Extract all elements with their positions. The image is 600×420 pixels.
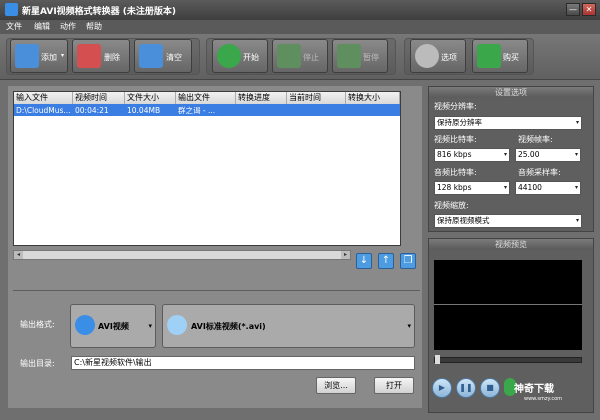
fps-label: 视频帧率: xyxy=(518,135,553,144)
scale-label: 视频缩放: xyxy=(434,201,469,210)
move-up-button[interactable]: ↑ xyxy=(378,253,394,269)
minimize-button[interactable]: — xyxy=(566,3,580,16)
chevron-down-icon: ▾ xyxy=(503,151,507,158)
seek-handle[interactable] xyxy=(435,355,440,364)
cell-video-time: 00:04:21 xyxy=(75,106,109,115)
pause-button[interactable]: 暂停 xyxy=(332,39,388,73)
video-bitrate-label: 视频比特率: xyxy=(434,135,477,144)
video-bitrate-select[interactable]: 816 kbps ▾ xyxy=(434,148,510,162)
refresh-icon xyxy=(217,44,241,68)
watermark-url: www.smzy.com xyxy=(524,396,563,402)
format-select[interactable]: AVI标准视频(*.avi) ▾ xyxy=(162,304,415,348)
output-dir-label: 输出目录: xyxy=(20,359,55,368)
pause-icon xyxy=(337,44,361,68)
stop-icon xyxy=(277,44,301,68)
close-button[interactable]: ✕ xyxy=(582,3,596,16)
play-button[interactable]: ▶ xyxy=(432,378,452,398)
resolution-select[interactable]: 保持原分辨率 ▾ xyxy=(434,116,582,130)
app-icon xyxy=(5,3,18,16)
cell-input-file: D:\CloudMus... xyxy=(16,106,71,115)
fps-select[interactable]: 25.00 ▾ xyxy=(515,148,581,162)
copy-button[interactable]: ❐ xyxy=(400,253,416,269)
chevron-down-icon: ▾ xyxy=(503,184,507,191)
stop-preview-button[interactable]: ■ xyxy=(480,378,500,398)
preview-divider xyxy=(434,304,582,305)
scroll-right-icon[interactable]: ▸ xyxy=(341,251,350,259)
sample-rate-label: 音频采样率: xyxy=(518,168,561,177)
audio-bitrate-label: 音频比特率: xyxy=(434,168,477,177)
menu-edit[interactable]: 编辑 xyxy=(34,21,50,32)
film-clear-icon xyxy=(139,44,163,68)
film-delete-icon xyxy=(77,44,101,68)
move-down-button[interactable]: ↓ xyxy=(356,253,372,269)
stop-button[interactable]: 停止 xyxy=(272,39,328,73)
cart-icon xyxy=(477,44,501,68)
film-add-icon xyxy=(15,44,39,68)
menu-action[interactable]: 动作 xyxy=(60,21,76,32)
buy-button[interactable]: 购买 xyxy=(472,39,528,73)
output-format-label: 输出格式: xyxy=(20,320,55,329)
delete-button[interactable]: 删除 xyxy=(72,39,130,73)
options-button[interactable]: 选项 xyxy=(410,39,466,73)
open-button[interactable]: 打开 xyxy=(374,377,414,394)
col-converted-size[interactable]: 转换大小 xyxy=(346,92,400,104)
cell-file-size: 10.04MB xyxy=(127,106,161,115)
chevron-down-icon: ▾ xyxy=(574,184,578,191)
col-input-file[interactable]: 输入文件 xyxy=(14,92,73,104)
scale-select[interactable]: 保持原视频模式 ▾ xyxy=(434,214,582,228)
chevron-down-icon: ▾ xyxy=(574,151,578,158)
watermark-logo: 神奇下载 xyxy=(514,384,554,395)
start-button[interactable]: 开始 xyxy=(212,39,268,73)
preview-screen xyxy=(434,260,582,350)
col-file-size[interactable]: 文件大小 xyxy=(125,92,176,104)
window-title: 新星AVI视频格式转换器 (未注册版本) xyxy=(22,7,177,17)
chevron-down-icon: ▾ xyxy=(407,322,411,330)
menu-file[interactable]: 文件 xyxy=(6,21,22,32)
col-current-time[interactable]: 当前时间 xyxy=(287,92,346,104)
seek-bar[interactable] xyxy=(434,357,582,363)
format-category-select[interactable]: AVI视频 ▾ xyxy=(70,304,156,348)
sample-rate-select[interactable]: 44100 ▾ xyxy=(515,181,581,195)
col-output-file[interactable]: 输出文件 xyxy=(176,92,236,104)
browse-button[interactable]: 浏览... xyxy=(316,377,356,394)
preview-header: 视频预览 xyxy=(429,239,593,250)
cell-output-file: 群之谒 - ... xyxy=(178,106,216,115)
gear-icon xyxy=(415,44,439,68)
clear-button[interactable]: 清空 xyxy=(134,39,192,73)
avi-icon xyxy=(75,315,95,335)
horizontal-scrollbar[interactable]: ◂ ▸ xyxy=(13,250,351,260)
menu-help[interactable]: 帮助 xyxy=(86,21,102,32)
resolution-label: 视频分辨率: xyxy=(434,102,477,111)
format-icon xyxy=(167,315,187,335)
settings-header: 设置选项 xyxy=(429,87,593,98)
pause-preview-button[interactable]: ❚❚ xyxy=(456,378,476,398)
col-progress[interactable]: 转换进度 xyxy=(236,92,287,104)
chevron-down-icon: ▾ xyxy=(575,119,579,126)
scroll-left-icon[interactable]: ◂ xyxy=(14,251,23,259)
col-video-time[interactable]: 视频时间 xyxy=(73,92,125,104)
chevron-down-icon: ▾ xyxy=(575,217,579,224)
add-button[interactable]: 添加 ▾ xyxy=(10,39,68,73)
output-dir-field[interactable]: C:\新星视频软件\输出 xyxy=(71,356,415,370)
audio-bitrate-select[interactable]: 128 kbps ▾ xyxy=(434,181,510,195)
chevron-down-icon: ▾ xyxy=(148,322,152,330)
